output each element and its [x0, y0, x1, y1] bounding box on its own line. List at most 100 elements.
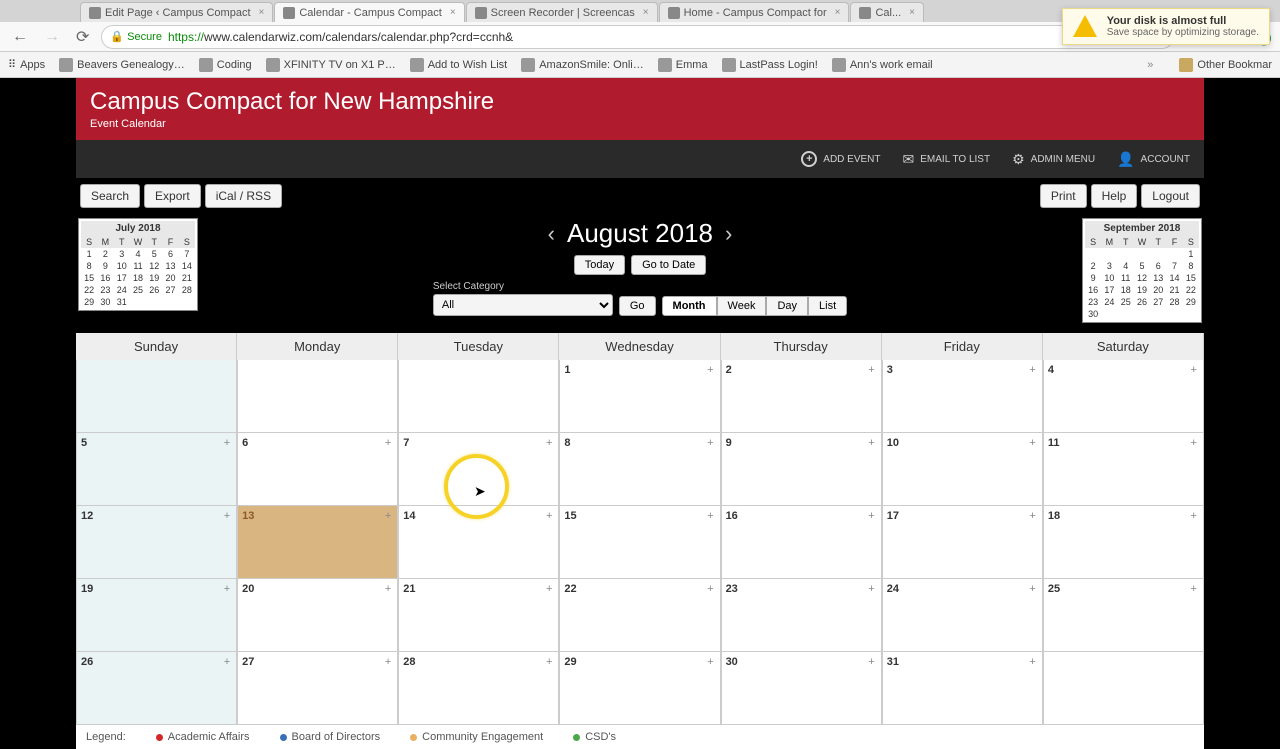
- mini-cal-day[interactable]: 28: [1166, 296, 1182, 308]
- mini-cal-day[interactable]: [1134, 248, 1150, 260]
- add-event-plus-icon[interactable]: +: [385, 656, 391, 668]
- bookmark-item[interactable]: AmazonSmile: Onli…: [521, 58, 644, 72]
- calendar-day-cell[interactable]: 13+: [237, 506, 398, 579]
- mini-cal-day[interactable]: [130, 296, 146, 308]
- mini-cal-day[interactable]: 9: [1085, 272, 1101, 284]
- mini-cal-day[interactable]: 6: [1150, 260, 1166, 272]
- calendar-day-cell[interactable]: 20+: [237, 579, 398, 652]
- mini-cal-day[interactable]: 13: [162, 260, 178, 272]
- calendar-day-cell[interactable]: 27+: [237, 652, 398, 725]
- close-icon[interactable]: ×: [909, 7, 915, 18]
- calendar-day-cell[interactable]: 26+: [76, 652, 237, 725]
- calendar-day-cell[interactable]: 10+: [882, 433, 1043, 506]
- add-event-plus-icon[interactable]: +: [1029, 656, 1035, 668]
- add-event-plus-icon[interactable]: +: [546, 510, 552, 522]
- calendar-day-cell[interactable]: 18+: [1043, 506, 1204, 579]
- mini-cal-day[interactable]: 23: [1085, 296, 1101, 308]
- calendar-day-cell[interactable]: 29+: [559, 652, 720, 725]
- close-icon[interactable]: ×: [450, 7, 456, 18]
- view-list-button[interactable]: List: [808, 296, 847, 316]
- mini-cal-day[interactable]: 27: [162, 284, 178, 296]
- add-event-plus-icon[interactable]: +: [224, 437, 230, 449]
- add-event-plus-icon[interactable]: +: [1191, 510, 1197, 522]
- mini-cal-day[interactable]: [179, 296, 195, 308]
- mini-cal-day[interactable]: 16: [97, 272, 113, 284]
- mini-cal-day[interactable]: 2: [1085, 260, 1101, 272]
- mini-cal-day[interactable]: 14: [179, 260, 195, 272]
- mini-cal-day[interactable]: 26: [146, 284, 162, 296]
- mini-cal-day[interactable]: 30: [97, 296, 113, 308]
- calendar-day-cell[interactable]: 28+: [398, 652, 559, 725]
- calendar-day-cell[interactable]: [76, 360, 237, 433]
- mini-cal-day[interactable]: 13: [1150, 272, 1166, 284]
- calendar-day-cell[interactable]: 5+: [76, 433, 237, 506]
- mini-cal-day[interactable]: [1101, 248, 1117, 260]
- calendar-day-cell[interactable]: 6+: [237, 433, 398, 506]
- mini-cal-day[interactable]: 26: [1134, 296, 1150, 308]
- mini-cal-day[interactable]: 31: [114, 296, 130, 308]
- mini-cal-day[interactable]: 20: [162, 272, 178, 284]
- mini-cal-day[interactable]: 5: [146, 248, 162, 260]
- mini-cal-day[interactable]: 10: [1101, 272, 1117, 284]
- calendar-day-cell[interactable]: 24+: [882, 579, 1043, 652]
- browser-tab[interactable]: Home - Campus Compact for×: [659, 2, 850, 22]
- add-event-plus-icon[interactable]: +: [707, 510, 713, 522]
- email-list-button[interactable]: ✉EMAIL TO LIST: [903, 151, 991, 168]
- add-event-plus-icon[interactable]: +: [224, 510, 230, 522]
- add-event-plus-icon[interactable]: +: [385, 583, 391, 595]
- mini-cal-day[interactable]: [162, 296, 178, 308]
- calendar-day-cell[interactable]: 14+: [398, 506, 559, 579]
- mini-cal-day[interactable]: 12: [1134, 272, 1150, 284]
- mini-cal-day[interactable]: 4: [1118, 260, 1134, 272]
- add-event-plus-icon[interactable]: +: [868, 364, 874, 376]
- mini-cal-day[interactable]: [1134, 308, 1150, 320]
- add-event-plus-icon[interactable]: +: [868, 437, 874, 449]
- mini-cal-day[interactable]: 25: [1118, 296, 1134, 308]
- mini-cal-day[interactable]: 1: [81, 248, 97, 260]
- mini-calendar-prev[interactable]: July 2018SMTWTFS123456789101112131415161…: [78, 218, 198, 311]
- help-button[interactable]: Help: [1091, 184, 1138, 208]
- other-bookmarks[interactable]: Other Bookmar: [1179, 58, 1272, 72]
- category-select[interactable]: All: [433, 294, 613, 316]
- add-event-plus-icon[interactable]: +: [707, 364, 713, 376]
- calendar-day-cell[interactable]: 16+: [721, 506, 882, 579]
- mini-cal-day[interactable]: 20: [1150, 284, 1166, 296]
- mini-cal-day[interactable]: 5: [1134, 260, 1150, 272]
- mini-cal-day[interactable]: 15: [1183, 272, 1199, 284]
- print-button[interactable]: Print: [1040, 184, 1087, 208]
- mini-cal-day[interactable]: [1183, 308, 1199, 320]
- view-week-button[interactable]: Week: [717, 296, 767, 316]
- view-month-button[interactable]: Month: [662, 296, 717, 316]
- today-button[interactable]: Today: [574, 255, 625, 275]
- mini-cal-day[interactable]: 8: [1183, 260, 1199, 272]
- add-event-plus-icon[interactable]: +: [546, 656, 552, 668]
- mini-cal-day[interactable]: 21: [1166, 284, 1182, 296]
- add-event-plus-icon[interactable]: +: [868, 656, 874, 668]
- calendar-day-cell[interactable]: 21+: [398, 579, 559, 652]
- bookmark-item[interactable]: Beavers Genealogy…: [59, 58, 185, 72]
- mini-cal-day[interactable]: 28: [179, 284, 195, 296]
- calendar-day-cell[interactable]: [398, 360, 559, 433]
- mini-cal-day[interactable]: 29: [81, 296, 97, 308]
- admin-menu-button[interactable]: ⚙ADMIN MENU: [1012, 151, 1095, 168]
- mini-cal-day[interactable]: 1: [1183, 248, 1199, 260]
- add-event-plus-icon[interactable]: +: [546, 437, 552, 449]
- browser-tab[interactable]: Edit Page ‹ Campus Compact×: [80, 2, 273, 22]
- bookmark-item[interactable]: LastPass Login!: [722, 58, 818, 72]
- category-go-button[interactable]: Go: [619, 296, 656, 316]
- add-event-plus-icon[interactable]: +: [707, 656, 713, 668]
- add-event-plus-icon[interactable]: +: [385, 510, 391, 522]
- bookmark-item[interactable]: Ann's work email: [832, 58, 933, 72]
- add-event-plus-icon[interactable]: +: [868, 583, 874, 595]
- mini-cal-day[interactable]: [1101, 308, 1117, 320]
- bookmark-item[interactable]: Coding: [199, 58, 252, 72]
- add-event-plus-icon[interactable]: +: [1029, 583, 1035, 595]
- calendar-day-cell[interactable]: 23+: [721, 579, 882, 652]
- mini-cal-day[interactable]: 21: [179, 272, 195, 284]
- mini-cal-day[interactable]: 14: [1166, 272, 1182, 284]
- bookmark-item[interactable]: Add to Wish List: [410, 58, 507, 72]
- calendar-day-cell[interactable]: [1043, 652, 1204, 725]
- add-event-plus-icon[interactable]: +: [546, 583, 552, 595]
- mini-cal-day[interactable]: 29: [1183, 296, 1199, 308]
- add-event-button[interactable]: +ADD EVENT: [801, 151, 880, 167]
